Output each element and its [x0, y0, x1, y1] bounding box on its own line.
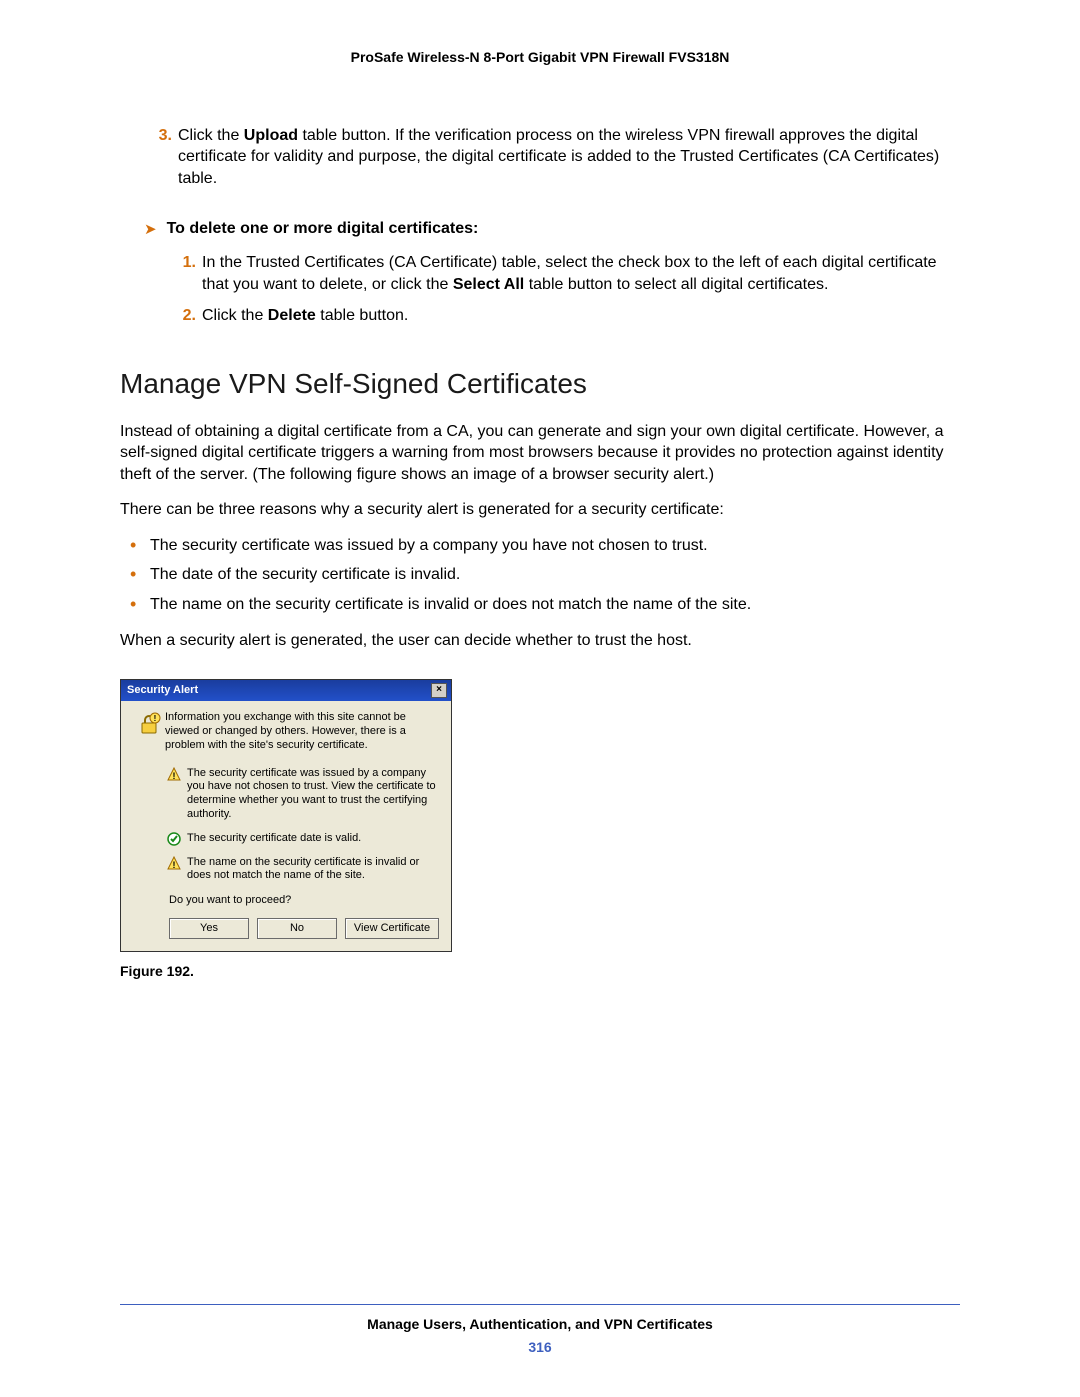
text: table button. [316, 307, 409, 324]
yes-button[interactable]: Yes [169, 918, 249, 939]
select-all-label: Select All [453, 276, 524, 293]
section-heading: Manage VPN Self-Signed Certificates [120, 365, 960, 403]
security-alert-dialog: Security Alert × ! Information you excha… [120, 679, 452, 951]
paragraph: Instead of obtaining a digital certifica… [120, 421, 960, 486]
dialog-item-text: The security certificate was issued by a… [187, 767, 439, 822]
delete-procedure-heading: ➤ To delete one or more digital certific… [120, 218, 960, 240]
close-icon[interactable]: × [431, 683, 447, 698]
text: Click the [178, 127, 244, 144]
step-body: Click the Upload table button. If the ve… [178, 125, 960, 190]
delete-label: Delete [268, 307, 316, 324]
dialog-titlebar: Security Alert × [121, 680, 451, 701]
step-body: In the Trusted Certificates (CA Certific… [202, 252, 960, 295]
no-button[interactable]: No [257, 918, 337, 939]
step-3: 3. Click the Upload table button. If the… [144, 125, 960, 190]
dialog-intro-text: Information you exchange with this site … [165, 711, 439, 752]
dialog-item-text: The name on the security certificate is … [187, 856, 439, 884]
svg-text:!: ! [173, 860, 176, 870]
figure-caption: Figure 192. [120, 962, 960, 981]
paragraph: There can be three reasons why a securit… [120, 499, 960, 521]
heading-text: To delete one or more digital certificat… [167, 218, 479, 240]
upload-label: Upload [244, 127, 298, 144]
dialog-title-text: Security Alert [127, 683, 198, 698]
list-item: The security certificate was issued by a… [150, 535, 960, 557]
list-item: The name on the security certificate is … [150, 594, 960, 616]
footer-chapter: Manage Users, Authentication, and VPN Ce… [120, 1315, 960, 1334]
step-body: Click the Delete table button. [202, 305, 960, 327]
lock-warning-icon: ! [133, 711, 165, 752]
text: Click the [202, 307, 268, 324]
step-number: 1. [168, 252, 196, 295]
footer-page-number: 316 [120, 1338, 960, 1357]
warning-icon: ! [161, 767, 187, 822]
document-header: ProSafe Wireless-N 8-Port Gigabit VPN Fi… [120, 48, 960, 67]
dialog-proceed-text: Do you want to proceed? [169, 893, 439, 908]
svg-text:!: ! [154, 714, 157, 723]
dialog-item-text: The security certificate date is valid. [187, 832, 439, 846]
delete-step-2: 2. Click the Delete table button. [168, 305, 960, 327]
check-ok-icon [161, 832, 187, 846]
step-number: 2. [168, 305, 196, 327]
delete-step-1: 1. In the Trusted Certificates (CA Certi… [168, 252, 960, 295]
step-number: 3. [144, 125, 172, 190]
reasons-list: The security certificate was issued by a… [120, 535, 960, 616]
svg-text:!: ! [173, 771, 176, 781]
page-footer: Manage Users, Authentication, and VPN Ce… [120, 1304, 960, 1357]
text: table button to select all digital certi… [524, 276, 828, 293]
triangle-bullet-icon: ➤ [144, 220, 157, 240]
paragraph: When a security alert is generated, the … [120, 630, 960, 652]
warning-icon: ! [161, 856, 187, 884]
view-certificate-button[interactable]: View Certificate [345, 918, 439, 939]
list-item: The date of the security certificate is … [150, 564, 960, 586]
